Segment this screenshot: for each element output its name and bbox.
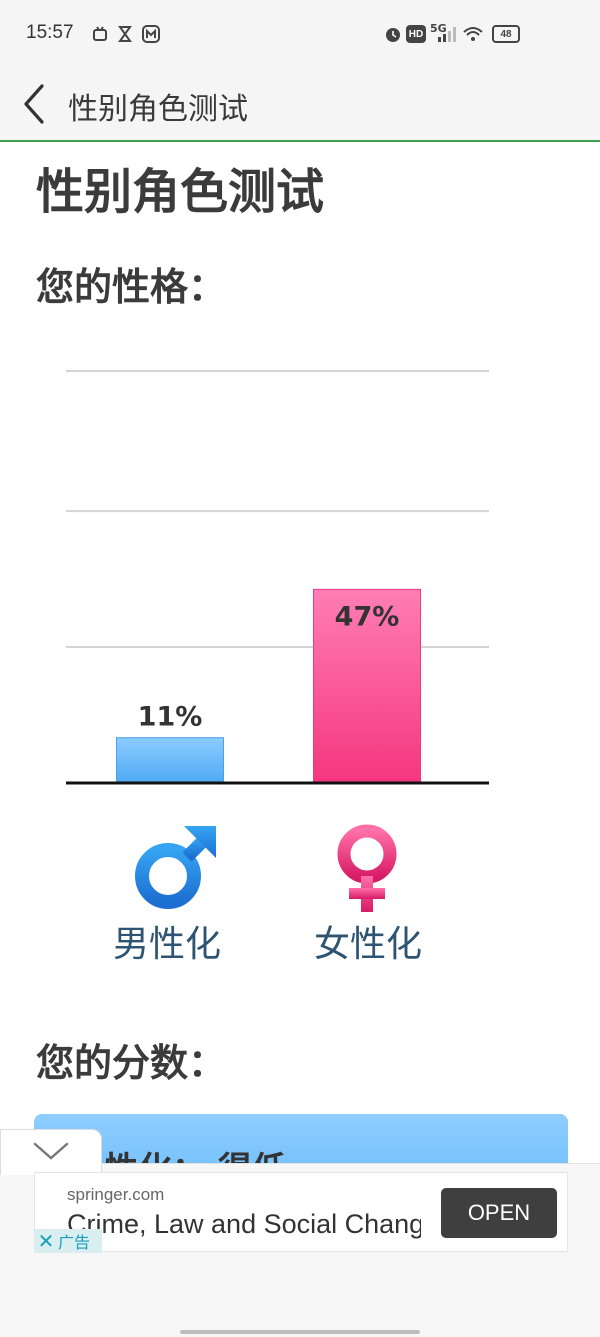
- ad-open-button[interactable]: OPEN: [441, 1188, 557, 1238]
- personality-heading: 您的性格：: [36, 265, 227, 309]
- ad-label: 广告: [58, 1233, 91, 1252]
- ad-collapse-button[interactable]: [0, 1129, 102, 1175]
- ad-banner[interactable]: springer.com Crime, Law and Social Chang…: [34, 1172, 568, 1252]
- close-icon[interactable]: ✕: [34, 1229, 58, 1253]
- home-indicator[interactable]: [180, 1330, 420, 1334]
- category-label-male: 男性化: [113, 924, 221, 965]
- ad-choices: ✕ 广告: [34, 1229, 102, 1253]
- bar-chart: 11% 47% 男性化 女性化: [66, 370, 489, 965]
- app-m-icon: [142, 25, 160, 43]
- chevron-down-icon: [33, 1142, 69, 1160]
- gender-role-chart: 11% 47% 男性化 女性化: [0, 340, 600, 980]
- value-label-male: 11%: [138, 702, 203, 733]
- status-time: 15:57: [26, 22, 74, 43]
- ad-domain: springer.com: [67, 1185, 165, 1204]
- page-title: 性别角色测试: [36, 164, 325, 220]
- app-bar-title: 性别角色测试: [68, 92, 248, 127]
- hd-icon: HD: [406, 25, 426, 43]
- bar-male: [116, 737, 224, 784]
- battery-icon: 48: [492, 25, 520, 43]
- signal-bars-icon: [438, 27, 456, 42]
- status-bar: 15:57 HD 5G 48: [0, 0, 600, 68]
- hourglass-icon: [118, 26, 132, 42]
- ad-headline: Crime, Law and Social Change: [67, 1209, 421, 1239]
- female-symbol-icon: [337, 824, 397, 912]
- wifi-icon: [463, 27, 483, 41]
- ad-headline-container: Crime, Law and Social Change: [67, 1209, 421, 1245]
- back-button[interactable]: [18, 82, 52, 126]
- chevron-left-icon: [24, 84, 44, 124]
- alarm-icon: [386, 28, 400, 42]
- bilibili-tv-icon: [93, 26, 107, 41]
- app-bar: 性别角色测试: [0, 68, 600, 142]
- male-symbol-icon: [135, 826, 216, 909]
- score-heading: 您的分数：: [36, 1041, 227, 1085]
- category-label-female: 女性化: [314, 924, 422, 965]
- value-label-female: 47%: [335, 601, 400, 632]
